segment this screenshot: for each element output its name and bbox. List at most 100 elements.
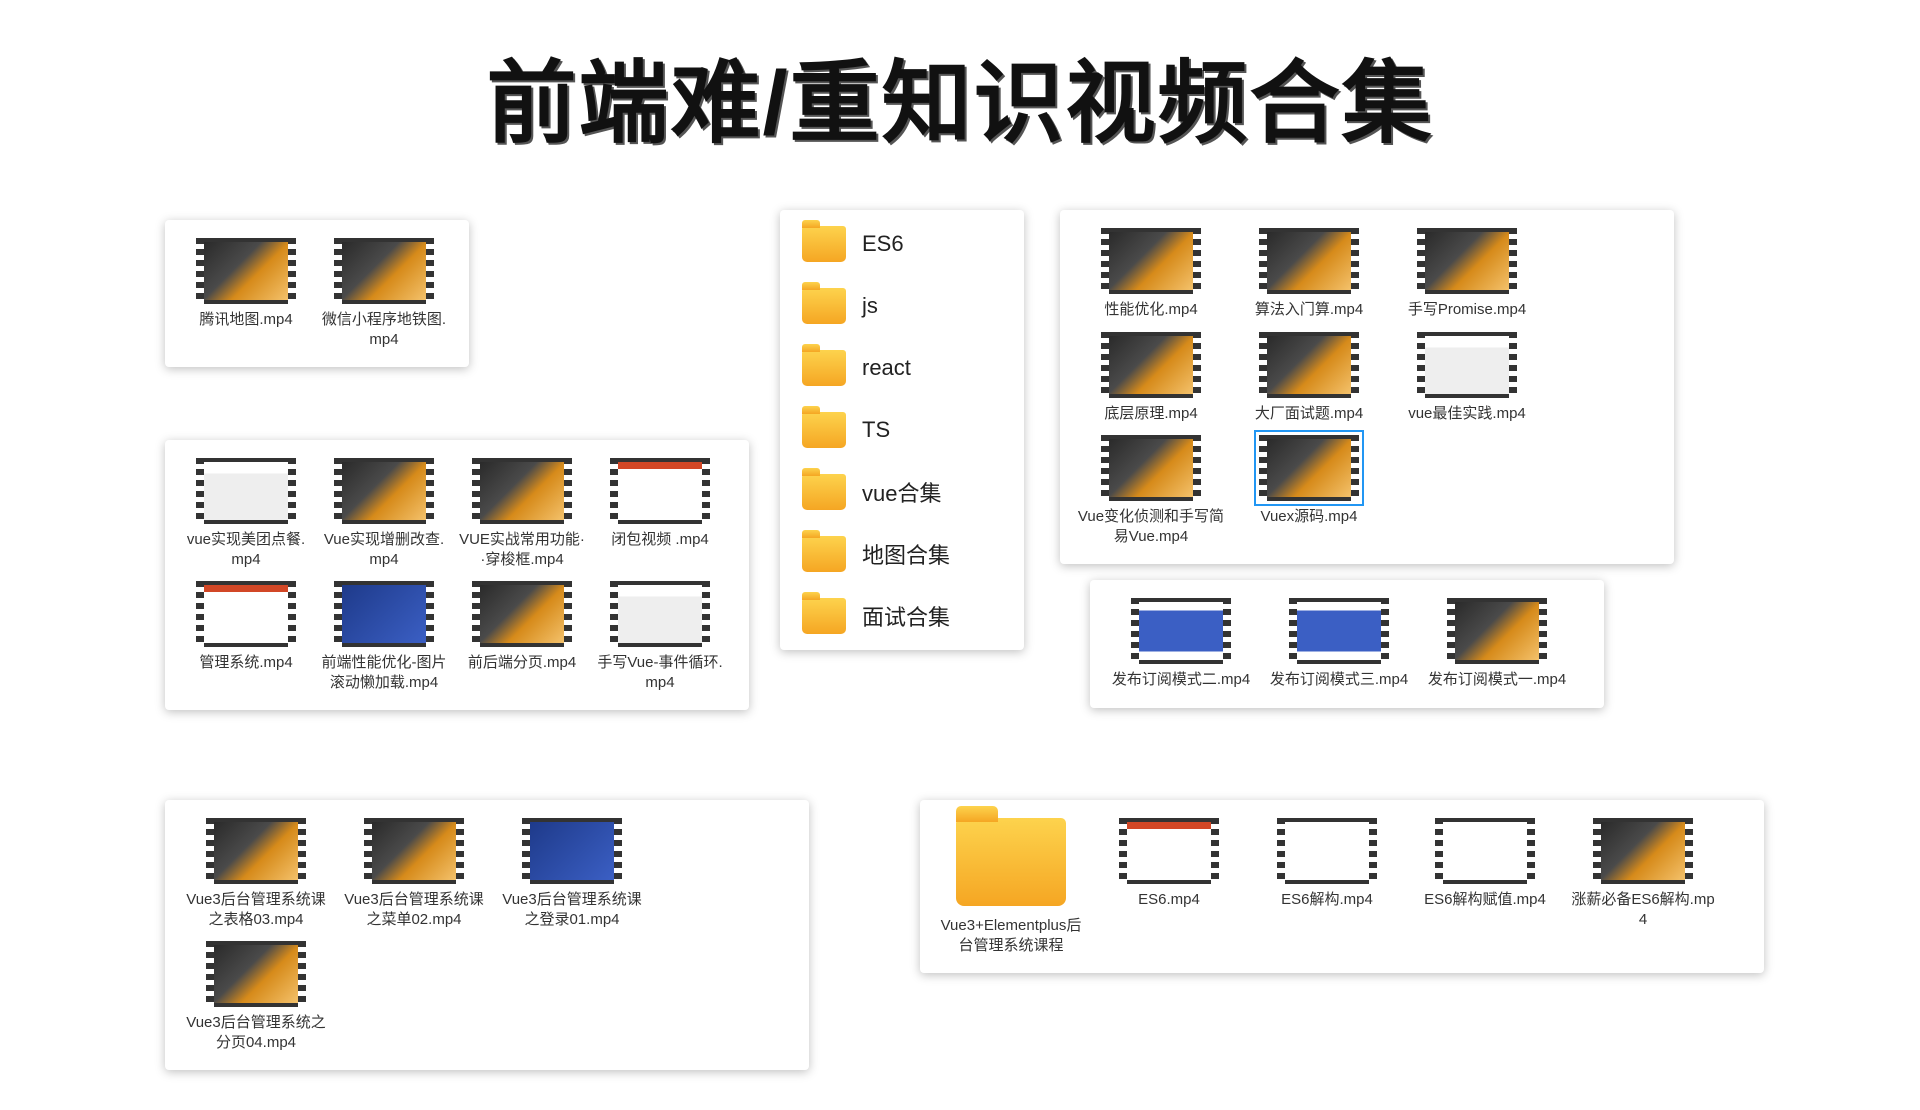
- folder-item[interactable]: vue合集: [792, 470, 960, 514]
- video-file[interactable]: 大厂面试题.mp4: [1234, 332, 1384, 424]
- video-file[interactable]: Vuex源码.mp4: [1234, 435, 1384, 546]
- file-label: Vue3后台管理系统之分页04.mp4: [181, 1013, 331, 1052]
- video-file[interactable]: Vue变化侦测和手写简易Vue.mp4: [1076, 435, 1226, 546]
- folder-icon: [802, 226, 846, 262]
- file-label: Vue3后台管理系统课之菜单02.mp4: [339, 890, 489, 929]
- folder-label: vue合集: [862, 476, 941, 508]
- video-file[interactable]: 前后端分页.mp4: [457, 581, 587, 692]
- video-file[interactable]: ES6解构赋值.mp4: [1410, 818, 1560, 955]
- folder-icon: [802, 474, 846, 510]
- video-file[interactable]: ES6解构.mp4: [1252, 818, 1402, 955]
- folder-label: 面试合集: [862, 600, 950, 632]
- video-thumbnail: [206, 941, 306, 1007]
- video-file[interactable]: 底层原理.mp4: [1076, 332, 1226, 424]
- video-file[interactable]: 涨薪必备ES6解构.mp4: [1568, 818, 1718, 955]
- video-file[interactable]: Vue3后台管理系统课之登录01.mp4: [497, 818, 647, 929]
- video-file[interactable]: Vue3后台管理系统课之表格03.mp4: [181, 818, 331, 929]
- file-label: Vue3+Elementplus后台管理系统课程: [936, 916, 1086, 955]
- video-file[interactable]: 手写Vue-事件循环.mp4: [595, 581, 725, 692]
- file-label: 微信小程序地铁图.mp4: [319, 310, 449, 349]
- video-file[interactable]: 管理系统.mp4: [181, 581, 311, 692]
- folder-item[interactable]: 地图合集: [792, 532, 960, 576]
- video-thumbnail: [472, 458, 572, 524]
- file-label: 发布订阅模式二.mp4: [1112, 670, 1250, 690]
- video-file[interactable]: 闭包视频 .mp4: [595, 458, 725, 569]
- video-file[interactable]: 发布订阅模式二.mp4: [1106, 598, 1256, 690]
- video-file[interactable]: vue实现美团点餐.mp4: [181, 458, 311, 569]
- file-label: Vue变化侦测和手写简易Vue.mp4: [1076, 507, 1226, 546]
- video-thumbnail: [196, 458, 296, 524]
- file-label: 涨薪必备ES6解构.mp4: [1568, 890, 1718, 929]
- panel-advanced: 性能优化.mp4 算法入门算.mp4 手写Promise.mp4 底层原理.mp4 大厂…: [1060, 210, 1674, 564]
- video-thumbnail: [1435, 818, 1535, 884]
- file-label: 算法入门算.mp4: [1255, 300, 1363, 320]
- video-file[interactable]: 发布订阅模式三.mp4: [1264, 598, 1414, 690]
- video-file[interactable]: 腾讯地图.mp4: [181, 238, 311, 349]
- page-title: 前端难/重知识视频合集: [0, 30, 1920, 160]
- panel-maps: 腾讯地图.mp4 微信小程序地铁图.mp4: [165, 220, 469, 367]
- file-label: 管理系统.mp4: [199, 653, 292, 673]
- panel-es6: Vue3+Elementplus后台管理系统课程 ES6.mp4 ES6解构.mp4…: [920, 800, 1764, 973]
- video-file[interactable]: 微信小程序地铁图.mp4: [319, 238, 449, 349]
- file-label: Vue实现增删改查.mp4: [319, 530, 449, 569]
- panel-vue-practice: vue实现美团点餐.mp4Vue实现增删改查.mp4VUE实战常用功能··穿梭框…: [165, 440, 749, 710]
- folder-label: react: [862, 355, 911, 381]
- video-file[interactable]: ES6.mp4: [1094, 818, 1244, 955]
- file-label: Vue3后台管理系统课之登录01.mp4: [497, 890, 647, 929]
- folder-icon: [802, 350, 846, 386]
- folder-item[interactable]: react: [792, 346, 960, 390]
- video-thumbnail: [334, 581, 434, 647]
- folder-item[interactable]: ES6: [792, 222, 960, 266]
- video-thumbnail: [1101, 332, 1201, 398]
- folder-file[interactable]: Vue3+Elementplus后台管理系统课程: [936, 818, 1086, 955]
- file-label: Vue3后台管理系统课之表格03.mp4: [181, 890, 331, 929]
- video-thumbnail: [1119, 818, 1219, 884]
- file-label: 手写Promise.mp4: [1408, 300, 1526, 320]
- video-file[interactable]: 性能优化.mp4: [1076, 228, 1226, 320]
- file-label: 手写Vue-事件循环.mp4: [595, 653, 725, 692]
- panel-pubsub: 发布订阅模式二.mp4 发布订阅模式三.mp4 发布订阅模式一.mp4: [1090, 580, 1604, 708]
- folder-icon: [802, 598, 846, 634]
- video-thumbnail: [334, 238, 434, 304]
- folder-item[interactable]: 面试合集: [792, 594, 960, 638]
- file-label: ES6.mp4: [1138, 890, 1200, 910]
- file-label: ES6解构.mp4: [1281, 890, 1373, 910]
- folder-item[interactable]: TS: [792, 408, 960, 452]
- video-file[interactable]: Vue实现增删改查.mp4: [319, 458, 449, 569]
- file-label: Vuex源码.mp4: [1261, 507, 1358, 527]
- video-thumbnail: [1101, 435, 1201, 501]
- file-label: 前后端分页.mp4: [468, 653, 576, 673]
- video-thumbnail: [1417, 332, 1517, 398]
- folder-label: 地图合集: [862, 538, 950, 570]
- file-label: 腾讯地图.mp4: [199, 310, 292, 330]
- video-file[interactable]: vue最佳实践.mp4: [1392, 332, 1542, 424]
- video-file[interactable]: VUE实战常用功能··穿梭框.mp4: [457, 458, 587, 569]
- file-label: 发布订阅模式一.mp4: [1428, 670, 1566, 690]
- video-thumbnail: [196, 238, 296, 304]
- folder-label: js: [862, 293, 878, 319]
- video-thumbnail: [610, 458, 710, 524]
- video-thumbnail: [472, 581, 572, 647]
- video-file[interactable]: Vue3后台管理系统课之菜单02.mp4: [339, 818, 489, 929]
- folder-label: ES6: [862, 231, 904, 257]
- folder-icon: [956, 818, 1066, 906]
- video-thumbnail: [1417, 228, 1517, 294]
- panel-vue3-admin: Vue3后台管理系统课之表格03.mp4Vue3后台管理系统课之菜单02.mp4…: [165, 800, 809, 1070]
- folder-icon: [802, 412, 846, 448]
- video-file[interactable]: 算法入门算.mp4: [1234, 228, 1384, 320]
- folder-icon: [802, 536, 846, 572]
- folder-icon: [802, 288, 846, 324]
- file-label: 闭包视频 .mp4: [611, 530, 709, 550]
- video-thumbnail: [1101, 228, 1201, 294]
- folder-label: TS: [862, 417, 890, 443]
- file-label: 底层原理.mp4: [1104, 404, 1197, 424]
- file-label: 性能优化.mp4: [1104, 300, 1197, 320]
- video-thumbnail: [334, 458, 434, 524]
- video-file[interactable]: 前端性能优化-图片滚动懒加载.mp4: [319, 581, 449, 692]
- folder-item[interactable]: js: [792, 284, 960, 328]
- video-file[interactable]: Vue3后台管理系统之分页04.mp4: [181, 941, 331, 1052]
- file-label: 发布订阅模式三.mp4: [1270, 670, 1408, 690]
- video-file[interactable]: 发布订阅模式一.mp4: [1422, 598, 1572, 690]
- video-thumbnail: [1259, 332, 1359, 398]
- video-file[interactable]: 手写Promise.mp4: [1392, 228, 1542, 320]
